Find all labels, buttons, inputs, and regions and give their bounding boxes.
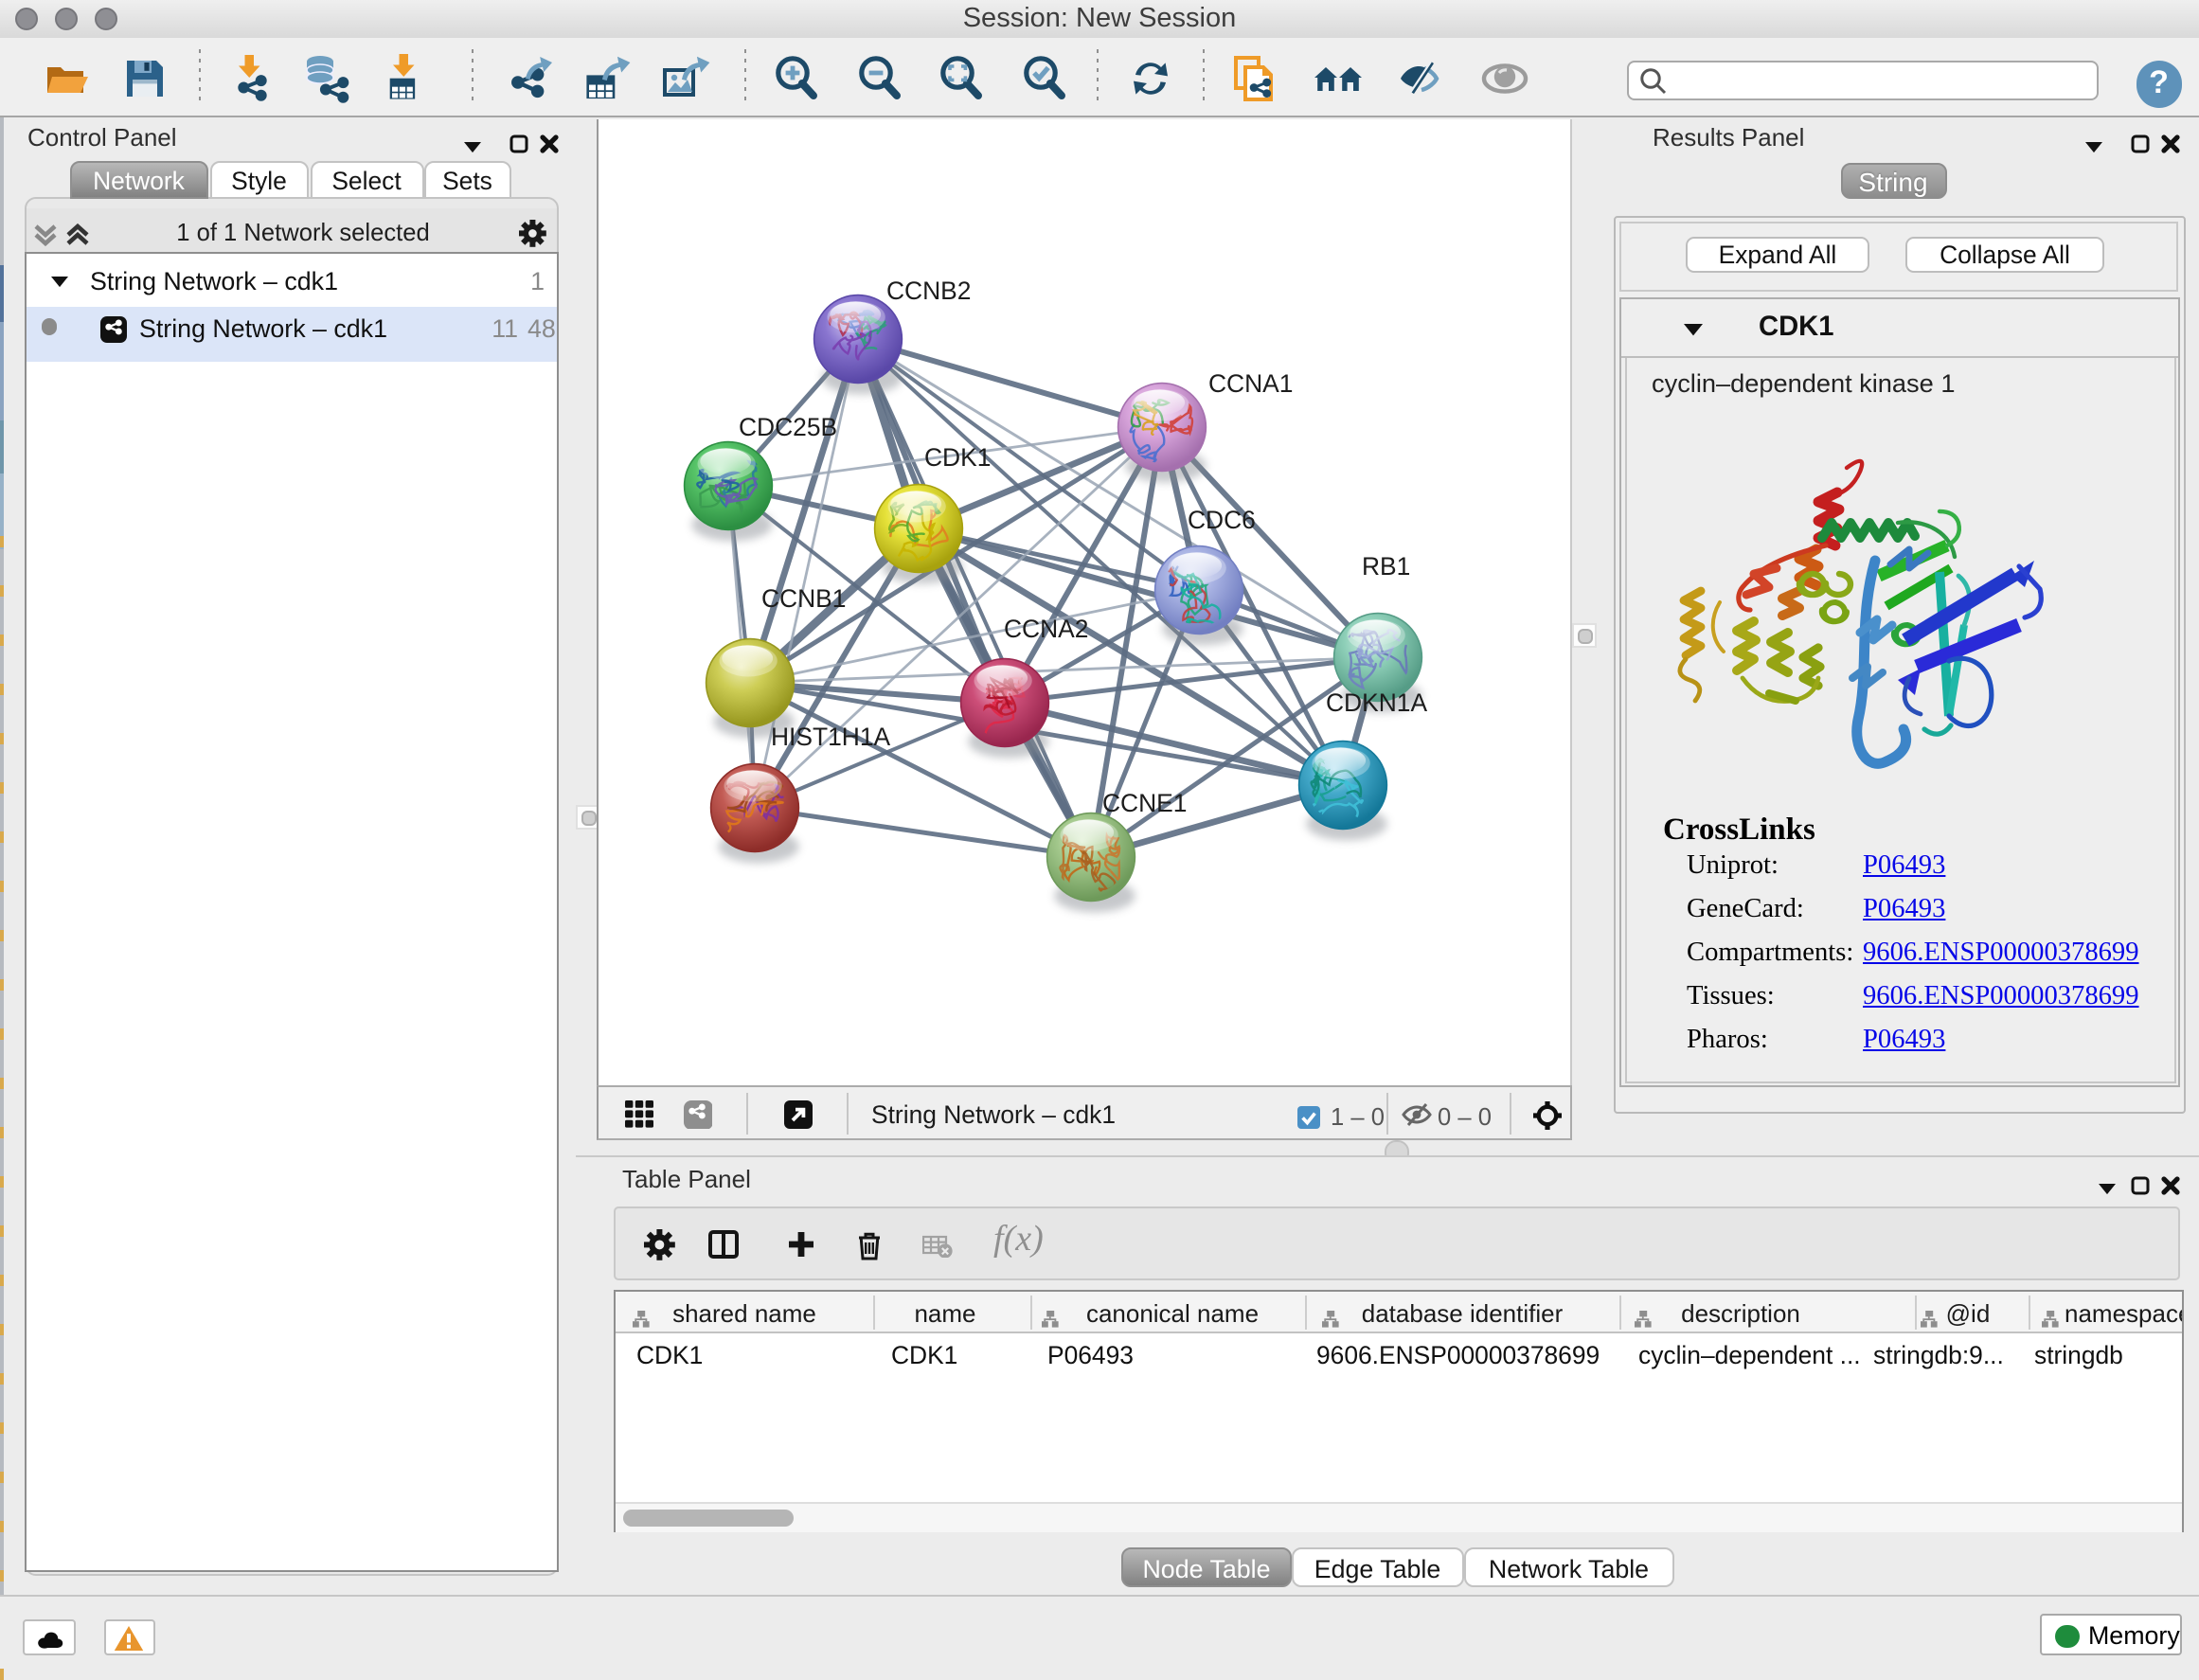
svg-text:CCNB1: CCNB1 [760,583,845,612]
svg-text:RB1: RB1 [1361,551,1409,580]
svg-text:CDC25B: CDC25B [738,412,836,440]
svg-text:CCNE1: CCNE1 [1101,788,1186,816]
svg-text:CDKN1A: CDKN1A [1325,688,1426,716]
svg-text:CCNB2: CCNB2 [885,276,970,304]
svg-text:CDK1: CDK1 [923,442,990,471]
svg-text:CCNA2: CCNA2 [1003,614,1087,642]
svg-text:HIST1H1A: HIST1H1A [770,722,890,750]
svg-text:CDC6: CDC6 [1187,505,1255,533]
svg-text:CCNA1: CCNA1 [1207,368,1292,397]
